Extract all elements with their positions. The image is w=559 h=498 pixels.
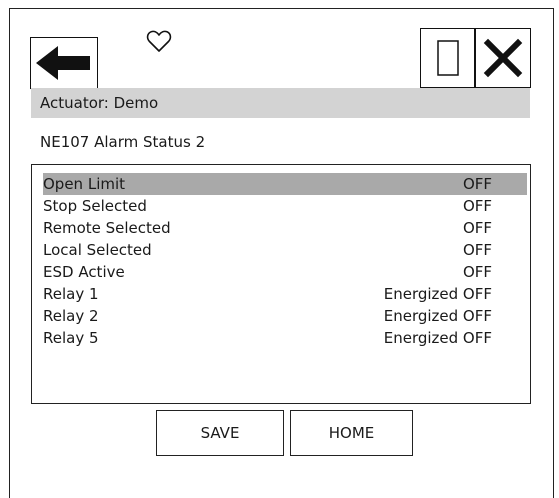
list-item-label: Stop Selected (43, 197, 147, 215)
square-icon (436, 40, 459, 76)
list-item[interactable]: Relay 2 Energized OFF (43, 305, 527, 327)
list-item-label: Relay 5 (43, 329, 99, 347)
list-item[interactable]: Stop Selected OFF (43, 195, 527, 217)
list-item[interactable]: Open Limit OFF (43, 173, 527, 195)
list-item-value: OFF (462, 241, 492, 259)
list-item[interactable]: Remote Selected OFF (43, 217, 527, 239)
list-item[interactable]: Local Selected OFF (43, 239, 527, 261)
list-item-value: OFF (462, 219, 492, 237)
list-item-value: OFF (462, 197, 492, 215)
list-item-label: Relay 2 (43, 307, 99, 325)
list-item-label: Remote Selected (43, 219, 171, 237)
list-item[interactable]: ESD Active OFF (43, 261, 527, 283)
close-button[interactable] (475, 28, 531, 88)
back-button[interactable] (30, 37, 98, 89)
list-item-label: Relay 1 (43, 285, 99, 303)
heart-icon[interactable] (146, 28, 172, 54)
list-item[interactable]: Relay 1 Energized OFF (43, 283, 527, 305)
list-item-value: OFF (462, 175, 492, 193)
list-item-label: Open Limit (43, 175, 126, 193)
list-item-value: Energized OFF (383, 307, 492, 325)
list-item-label: Local Selected (43, 241, 152, 259)
list-item-value: Energized OFF (383, 329, 492, 347)
home-button[interactable]: HOME (290, 410, 413, 456)
list-item-label: ESD Active (43, 263, 125, 281)
left-arrow-icon (36, 46, 90, 80)
status-list: Open Limit OFF Stop Selected OFF Remote … (31, 164, 531, 404)
window-button[interactable] (420, 28, 475, 88)
page-title: NE107 Alarm Status 2 (40, 133, 206, 151)
list-item[interactable]: Relay 5 Energized OFF (43, 327, 527, 349)
close-icon (483, 38, 523, 78)
list-item-value: Energized OFF (383, 285, 492, 303)
actuator-header: Actuator: Demo (31, 88, 530, 118)
save-button[interactable]: SAVE (156, 410, 284, 456)
list-item-value: OFF (462, 263, 492, 281)
